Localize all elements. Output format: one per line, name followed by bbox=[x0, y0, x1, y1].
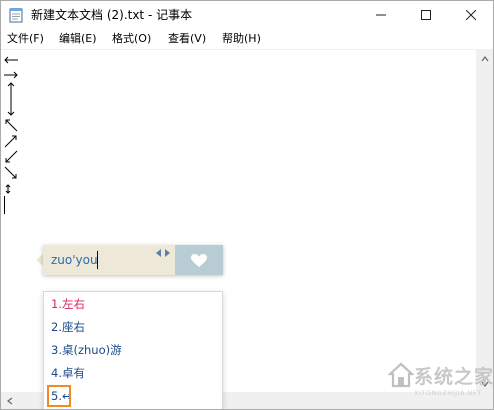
menu-view[interactable]: 查看(V) bbox=[168, 31, 206, 47]
heart-icon bbox=[191, 253, 207, 267]
scroll-up-button[interactable] bbox=[476, 50, 493, 67]
window-title: 新建文本文档 (2).txt - 记事本 bbox=[31, 8, 193, 22]
ime-caret bbox=[97, 251, 98, 269]
watermark: 系统之家 XITONGZHIJIA.NET bbox=[386, 356, 494, 408]
text-line-1 bbox=[4, 56, 18, 64]
maximize-icon bbox=[421, 10, 431, 20]
maximize-button[interactable] bbox=[406, 1, 446, 29]
watermark-subtext: XITONGZHIJIA.NET bbox=[414, 389, 482, 397]
ime-composition-bar[interactable]: zuo'you bbox=[43, 245, 223, 275]
title-bar[interactable]: 新建文本文档 (2).txt - 记事本 bbox=[1, 1, 493, 29]
notepad-icon bbox=[9, 8, 23, 23]
text-line-4 bbox=[5, 119, 18, 132]
close-button[interactable] bbox=[451, 1, 491, 29]
chevron-left-icon bbox=[6, 397, 12, 404]
scroll-left-button[interactable] bbox=[1, 392, 18, 409]
watermark-text: 系统之家 bbox=[414, 366, 494, 388]
text-line-7 bbox=[4, 166, 17, 179]
menu-format[interactable]: 格式(O) bbox=[112, 31, 151, 47]
ime-heart-button[interactable] bbox=[175, 245, 223, 275]
menu-bar: 文件(F) 编辑(E) 格式(O) 查看(V) 帮助(H) bbox=[1, 29, 493, 49]
text-line-5 bbox=[4, 135, 17, 148]
vertical-scrollbar[interactable] bbox=[476, 50, 493, 392]
ime-page-arrows-icon[interactable] bbox=[155, 248, 171, 258]
text-line-2 bbox=[4, 71, 18, 79]
minimize-button[interactable] bbox=[361, 1, 401, 29]
menu-file[interactable]: 文件(F) bbox=[7, 31, 44, 47]
close-icon bbox=[466, 10, 476, 20]
menu-edit[interactable]: 编辑(E) bbox=[59, 31, 97, 47]
candidate-2[interactable]: 2.座右 bbox=[51, 319, 85, 335]
text-line-6 bbox=[5, 150, 18, 163]
candidate-1[interactable]: 1.左右 bbox=[51, 296, 85, 312]
candidate-4[interactable]: 4.卓有 bbox=[51, 365, 85, 381]
minimize-icon bbox=[376, 14, 386, 16]
candidate-3[interactable]: 3.桌(zhuo)游 bbox=[51, 342, 122, 358]
house-logo-icon bbox=[388, 362, 414, 388]
text-caret bbox=[4, 196, 5, 214]
candidate-highlight bbox=[47, 385, 71, 407]
text-line-8 bbox=[5, 184, 11, 194]
menu-help[interactable]: 帮助(H) bbox=[222, 31, 261, 47]
ime-candidate-list: 1.左右 2.座右 3.桌(zhuo)游 4.卓有 5.↔ bbox=[43, 291, 223, 409]
ime-input-text: zuo'you bbox=[51, 253, 98, 267]
chevron-up-icon bbox=[481, 55, 488, 61]
ime-pointer bbox=[36, 254, 43, 266]
notepad-window: 新建文本文档 (2).txt - 记事本 文件(F) 编辑(E) 格式(O) 查… bbox=[0, 0, 494, 410]
text-line-3 bbox=[7, 82, 15, 116]
